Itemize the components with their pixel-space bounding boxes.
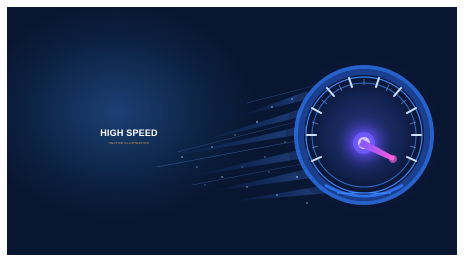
subline: VECTOR ILLUSTRATION <box>108 141 150 145</box>
poster-frame: HIGH SPEED VECTOR ILLUSTRATION <box>7 7 457 255</box>
headline: HIGH SPEED <box>100 128 158 138</box>
speedometer-icon <box>286 57 442 213</box>
speedometer-illustration <box>156 57 442 213</box>
